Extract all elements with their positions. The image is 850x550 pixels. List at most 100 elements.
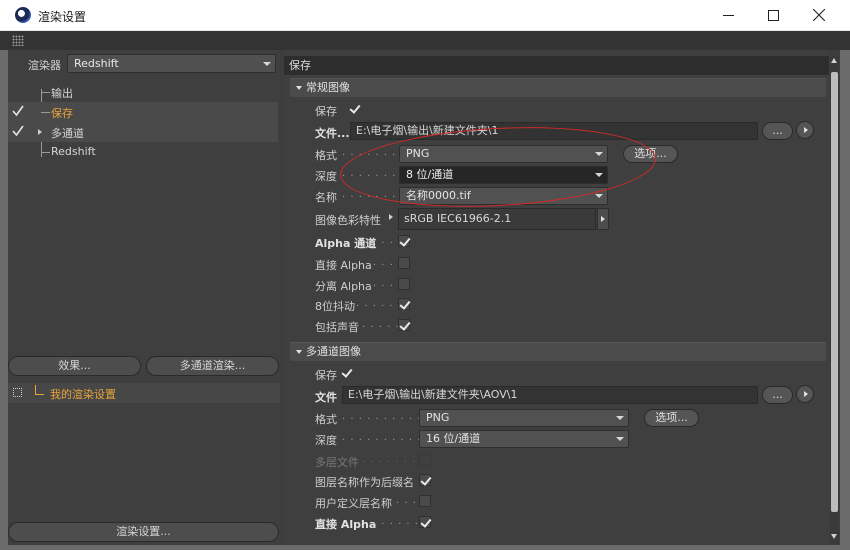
mp-file-label: 文件 [315,391,337,404]
dither-label: 8位抖动 [315,300,355,313]
tree-branch [41,92,50,93]
chevron-down-icon [595,152,603,156]
format-label: 格式 [315,149,337,162]
mp-file-path-field[interactable]: E:\电子烟\输出\新建文件夹\AOV\1 [342,386,758,404]
collapse-icon [296,86,302,90]
tree-item-label: 多通道 [51,127,84,140]
dot-leader: . . . . . . . . [362,454,425,465]
expand-arrow-icon[interactable] [38,129,42,135]
grip-handle-icon[interactable] [12,35,24,46]
separate-alpha-label: 分离 Alpha [315,280,372,293]
preset-target-icon [13,388,22,397]
mp-layer-file-checkbox[interactable] [419,454,431,466]
group-title: 多通道图像 [306,345,361,358]
mp-straight-alpha-label: 直接 Alpha [315,518,377,531]
save-checkbox[interactable] [349,103,361,115]
depth-value: 8 位/通道 [406,168,454,181]
scroll-up-icon[interactable] [831,58,837,63]
dot-leader: . . . . . . . [342,189,397,200]
chevron-down-icon [263,62,271,66]
tree-item-output[interactable]: 输出 [8,82,278,102]
mp-depth-value: 16 位/通道 [426,432,481,445]
preset-item-my-render-settings[interactable]: 我的渲染设置 [50,386,116,402]
maximize-button[interactable] [750,0,796,30]
group-multipass-image[interactable]: 多通道图像 [290,342,826,361]
mp-file-menu-arrow-icon[interactable] [796,385,814,403]
dot-leader: . . . . . . [356,298,402,309]
format-select[interactable]: PNG [399,145,608,163]
chevron-down-icon [616,416,624,420]
tree-item-label: Redshift [51,145,96,158]
tree-item-multipass[interactable]: 多通道 [8,122,278,142]
render-settings-button[interactable]: 渲染设置... [8,522,279,542]
chevron-down-icon [616,437,624,441]
mp-save-label: 保存 [315,369,337,382]
chevron-down-icon [595,173,603,177]
effects-button[interactable]: 效果... [8,356,141,376]
mp-depth-label: 深度 [315,434,337,447]
cinema4d-icon [15,7,31,23]
mp-save-checkbox[interactable] [341,367,353,379]
file-menu-arrow-icon[interactable] [796,121,814,139]
dither-checkbox[interactable] [398,298,410,310]
window-title: 渲染设置 [38,10,87,24]
mp-format-select[interactable]: PNG [419,409,629,427]
tree-branch [41,112,50,113]
name-select[interactable]: 名称0000.tif [399,187,608,205]
file-label: 文件... [315,127,350,140]
background-left-edge [0,50,8,550]
renderer-select[interactable]: Redshift [67,54,276,73]
mp-format-label: 格式 [315,413,337,426]
color-profile-field[interactable]: sRGB IEC61966-2.1 [398,208,596,230]
include-sound-checkbox[interactable] [398,319,410,331]
mp-layer-suffix-label: 图层名称作为后缀名 [315,476,414,489]
alpha-channel-checkbox[interactable] [398,235,410,247]
chevron-down-icon [595,194,603,198]
separate-alpha-checkbox[interactable] [398,278,410,290]
dot-leader: . . . . . . . [342,147,397,158]
scroll-thumb[interactable] [831,72,838,512]
depth-select[interactable]: 8 位/通道 [399,166,608,184]
toolbar-strip [0,31,850,50]
multipass-render-button[interactable]: 多通道渲染... [146,356,279,376]
minimize-button[interactable] [705,0,751,30]
file-browse-button[interactable]: ... [762,122,793,140]
dot-leader: . . . [396,495,417,506]
close-icon [813,9,825,21]
mp-format-options-button[interactable]: 选项... [644,409,699,427]
tree-item-redshift[interactable]: Redshift [8,142,278,162]
save-label: 保存 [315,105,337,118]
mp-layer-file-label: 多层文件 [315,456,359,469]
file-path-field[interactable]: E:\电子烟\输出\新建文件夹\1 [350,122,758,140]
dot-leader: . . . . . . . [342,168,397,179]
color-profile-label: 图像色彩特性 [315,214,381,227]
close-button[interactable] [796,0,842,30]
straight-alpha-checkbox[interactable] [398,257,410,269]
maximize-icon [767,9,779,21]
mp-user-layer-label: 用户定义层名称 [315,497,392,510]
scroll-down-icon[interactable] [831,534,837,539]
mp-straight-alpha-checkbox[interactable] [419,516,431,528]
mp-depth-select[interactable]: 16 位/通道 [419,430,629,448]
check-icon[interactable] [12,105,24,117]
tree-item-label: 输出 [51,87,73,100]
name-value: 名称0000.tif [406,189,471,202]
renderer-label: 渲染器 [28,59,61,72]
title-bar: 渲染设置 [0,0,850,31]
format-options-button[interactable]: 选项... [623,145,678,163]
preset-list: 我的渲染设置 [8,383,280,403]
check-icon[interactable] [12,125,24,137]
mp-file-browse-button[interactable]: ... [762,386,793,404]
tree-item-save[interactable]: 保存 [8,102,278,122]
depth-label: 深度 [315,170,337,183]
background-right-edge [840,50,850,550]
group-regular-image[interactable]: 常规图像 [290,78,826,97]
mp-format-value: PNG [426,411,450,424]
include-sound-label: 包括声音 [315,321,359,334]
expand-arrow-icon[interactable] [389,214,393,220]
panel-header: 保存 [284,56,829,75]
renderer-value: Redshift [74,57,119,70]
mp-layer-suffix-checkbox[interactable] [419,474,431,486]
mp-user-layer-checkbox[interactable] [419,495,431,507]
color-profile-menu-icon[interactable] [597,208,609,230]
